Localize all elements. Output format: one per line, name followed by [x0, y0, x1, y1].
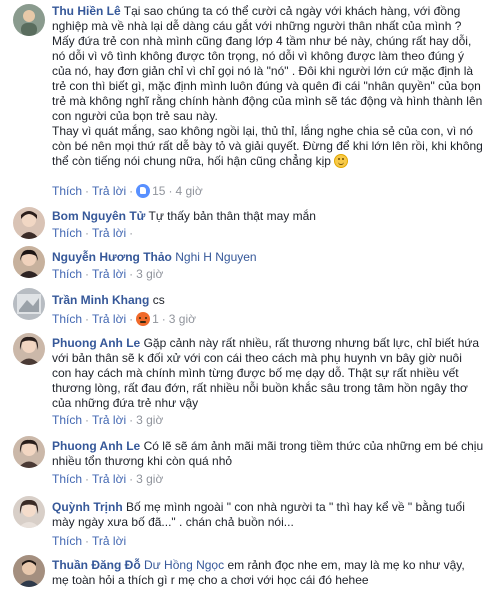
comment-actions: Thích · Trả lời · 3 giờ	[52, 472, 164, 486]
like-button[interactable]: Thích	[52, 226, 82, 240]
reaction-count[interactable]: 15	[152, 184, 165, 198]
comment-author[interactable]: Bom Nguyên Tử	[52, 209, 145, 223]
avatar[interactable]	[13, 333, 45, 365]
like-button[interactable]: Thích	[52, 267, 82, 281]
comment-actions: Thích · Trả lời · 1 · 3 giờ	[52, 312, 197, 326]
comment-body: Thuần Đăng Đỗ Dư Hồng Ngọc em rảnh đọc n…	[52, 558, 484, 588]
avatar[interactable]	[13, 496, 45, 528]
comment-actions: Thích · Trả lời	[52, 534, 127, 548]
like-button[interactable]: Thích	[52, 184, 82, 198]
comment-text: Tự thấy bản thân thật may mắn	[148, 209, 316, 223]
like-button[interactable]: Thích	[52, 534, 82, 548]
reply-button[interactable]: Trả lời	[92, 226, 126, 240]
avatar[interactable]	[13, 246, 45, 278]
avatar[interactable]	[13, 207, 45, 239]
comment-author[interactable]: Thuần Đăng Đỗ	[52, 558, 141, 572]
reply-button[interactable]: Trả lời	[92, 534, 126, 548]
reply-button[interactable]: Trả lời	[92, 267, 126, 281]
reply-button[interactable]: Trả lời	[92, 312, 126, 326]
avatar[interactable]	[13, 436, 45, 468]
avatar[interactable]	[13, 4, 45, 36]
smile-emoji-icon	[334, 154, 349, 168]
like-button[interactable]: Thích	[52, 312, 82, 326]
comment-body: Nguyễn Hương Thảo Nghi H Nguyen	[52, 250, 484, 265]
comment-body: Quỳnh Trịnh Bố mẹ mình ngoài " con nhà n…	[52, 500, 484, 530]
avatar[interactable]	[13, 288, 45, 320]
comment-time[interactable]: 3 giờ	[136, 267, 163, 281]
reply-button[interactable]: Trả lời	[92, 472, 126, 486]
reply-button[interactable]: Trả lời	[92, 184, 126, 198]
comment-author[interactable]: Nguyễn Hương Thảo	[52, 250, 172, 264]
comment-time[interactable]: 3 giờ	[136, 472, 163, 486]
comment-body: Phuong Anh Le Có lẽ sẽ ám ảnh mãi mãi tr…	[52, 439, 484, 469]
comment-actions: Thích · Trả lời · 15 · 4 giờ	[52, 184, 203, 198]
comment-text: Tại sao chúng ta có thể cười cả ngày với…	[52, 4, 483, 168]
comment-author[interactable]: Phuong Anh Le	[52, 336, 140, 350]
comment-time[interactable]: 3 giờ	[169, 312, 196, 326]
comment-body: Thu Hiền Lê Tại sao chúng ta có thể cười…	[52, 4, 484, 169]
reaction-count[interactable]: 1	[152, 312, 159, 326]
avatar[interactable]	[13, 555, 45, 587]
comment-actions: Thích · Trả lời · 3 giờ	[52, 267, 164, 281]
reply-button[interactable]: Trả lời	[92, 413, 126, 427]
comment-body: Trần Minh Khang cs	[52, 293, 484, 308]
mention-link[interactable]: Dư Hồng Ngọc	[144, 558, 224, 572]
comment-text: cs	[152, 293, 165, 307]
like-reaction-icon[interactable]	[136, 184, 151, 198]
mention-link[interactable]: Nghi H Nguyen	[175, 250, 256, 264]
comment-body: Phuong Anh Le Gặp cảnh này rất nhiều, rấ…	[52, 336, 484, 411]
comment-time[interactable]: 3 giờ	[136, 413, 163, 427]
comment-body: Bom Nguyên Tử Tự thấy bản thân thật may …	[52, 209, 484, 224]
comment-author[interactable]: Phuong Anh Le	[52, 439, 140, 453]
comment-author[interactable]: Trần Minh Khang	[52, 293, 149, 307]
comment-time[interactable]: 4 giờ	[175, 184, 202, 198]
like-button[interactable]: Thích	[52, 413, 82, 427]
comment-author[interactable]: Thu Hiền Lê	[52, 4, 121, 18]
comment-actions: Thích · Trả lời · 3 giờ	[52, 413, 164, 427]
comment-actions: Thích · Trả lời ·	[52, 226, 134, 240]
comment-author[interactable]: Quỳnh Trịnh	[52, 500, 123, 514]
like-button[interactable]: Thích	[52, 472, 82, 486]
angry-reaction-icon[interactable]	[136, 312, 151, 326]
